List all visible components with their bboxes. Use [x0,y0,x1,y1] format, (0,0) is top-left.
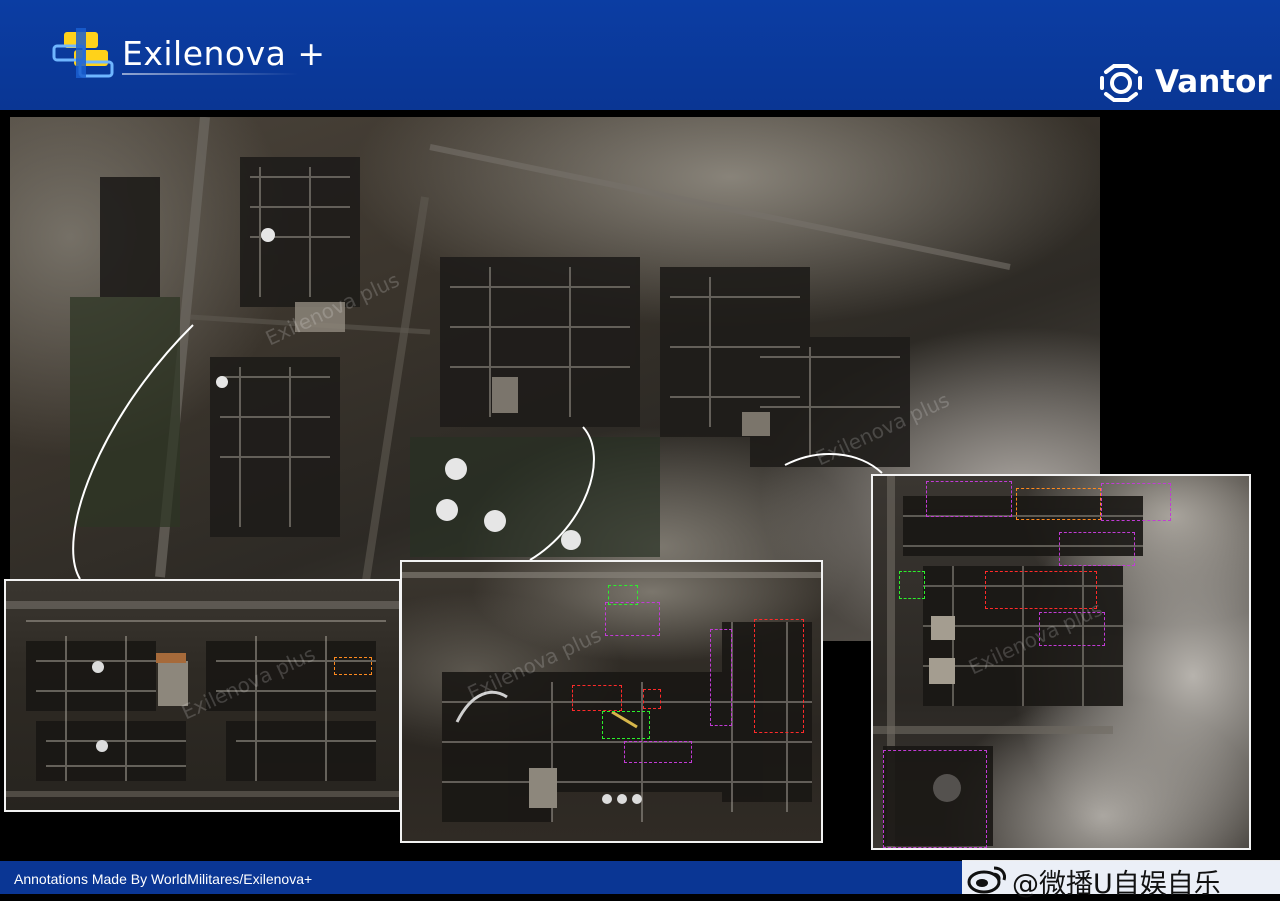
annotation-box [883,750,987,848]
inset-image-1: Exilenova plus [4,579,401,812]
brand-underline [122,73,298,75]
annotation-box [334,657,372,675]
exilenova-logo-icon [52,28,114,78]
annotation-box [602,711,650,739]
annotation-box [572,685,622,711]
vantor-logo-icon [1100,64,1142,102]
annotation-box [1101,483,1171,521]
brand-name-right: Vantor [1155,64,1272,100]
weibo-handle: @微播U自娱自乐 [1012,869,1221,900]
annotation-box [605,602,660,636]
annotation-box [754,619,804,733]
annotation-box [1016,488,1101,520]
annotation-credit: Annotations Made By WorldMilitares/Exile… [14,871,313,887]
inset-image-3: Exilenova plus [871,474,1251,850]
brand-name-left: Exilenova + [122,34,326,73]
annotation-box [1059,532,1135,566]
annotation-box [926,481,1012,517]
annotation-box [624,741,692,763]
annotation-box [710,629,732,726]
inset-image-2: Exilenova plus [400,560,823,843]
annotation-box [899,571,925,599]
weibo-icon [967,866,1006,894]
annotation-box [643,689,661,709]
